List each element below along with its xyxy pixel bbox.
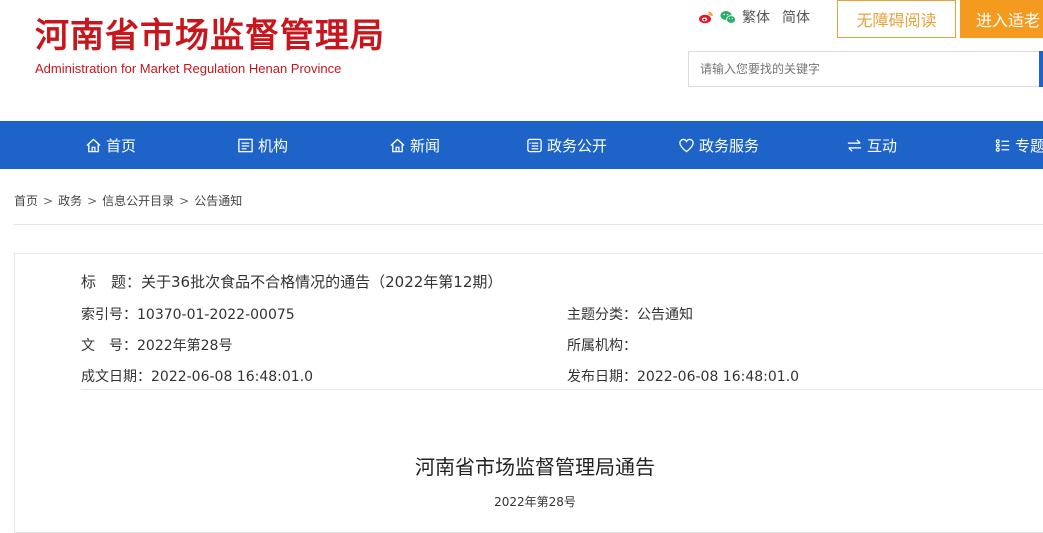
- nav-item-services[interactable]: 政务服务: [678, 121, 759, 169]
- nav-item-institution[interactable]: 机构: [237, 121, 288, 169]
- breadcrumb-government[interactable]: 政务: [58, 194, 82, 208]
- heart-icon: [679, 138, 694, 152]
- meta-docno: 文 号：2022年第28号: [81, 335, 232, 355]
- document-number: 2022年第28号: [494, 495, 576, 509]
- search-button[interactable]: [1039, 51, 1043, 87]
- article-panel: 标 题：关于36批次食品不合格情况的通告（2022年第12期） 索引号：1037…: [14, 253, 1043, 533]
- elder-mode-button[interactable]: 进入适老: [960, 0, 1043, 38]
- meta-created-value: 2022-06-08 16:48:01.0: [151, 369, 314, 385]
- open-affairs-icon: [527, 138, 542, 152]
- meta-topic-label: 主题分类：: [567, 307, 637, 323]
- meta-index: 索引号：10370-01-2022-00075: [81, 304, 295, 324]
- divider: [14, 224, 1043, 225]
- nav-item-open-affairs[interactable]: 政务公开: [526, 121, 607, 169]
- breadcrumb: 首页 > 政务 > 信息公开目录 > 公告通知: [14, 192, 242, 209]
- nav-item-news[interactable]: 新闻: [389, 121, 440, 169]
- traditional-chinese-link[interactable]: 繁体: [742, 7, 770, 27]
- exchange-icon: [847, 138, 862, 152]
- wechat-icon[interactable]: [720, 9, 736, 25]
- breadcrumb-separator: >: [87, 194, 98, 208]
- site-header: 河南省市场监督管理局 Administration for Market Reg…: [0, 0, 1043, 120]
- site-subtitle: Administration for Market Regulation Hen…: [35, 61, 342, 76]
- breadcrumb-info-catalog[interactable]: 信息公开目录: [102, 194, 174, 208]
- meta-docno-value: 2022年第28号: [137, 338, 233, 354]
- document-heading: 河南省市场监督管理局通告: [415, 455, 655, 479]
- home-icon: [86, 137, 101, 152]
- meta-published: 发布日期：2022-06-08 16:48:01.0: [567, 366, 799, 386]
- meta-topic-value: 公告通知: [637, 307, 693, 323]
- simplified-chinese-link[interactable]: 简体: [782, 7, 810, 27]
- nav-item-interaction[interactable]: 互动: [846, 121, 897, 169]
- top-links: 繁体 简体: [698, 6, 822, 28]
- meta-divider: [81, 389, 1043, 390]
- nav-label: 专题: [1015, 136, 1043, 155]
- breadcrumb-notices[interactable]: 公告通知: [194, 194, 242, 208]
- nav-label: 政务服务: [699, 136, 760, 155]
- nav-label: 互动: [867, 136, 898, 155]
- nav-label: 机构: [258, 136, 289, 155]
- meta-title-label: 标 题：: [81, 273, 142, 291]
- nav-label: 首页: [106, 136, 137, 155]
- meta-index-value: 10370-01-2022-00075: [137, 307, 295, 323]
- nav-label: 新闻: [410, 136, 441, 155]
- meta-org-label: 所属机构：: [567, 338, 637, 354]
- news-icon: [390, 137, 405, 152]
- nav-item-topics[interactable]: 专题: [994, 121, 1043, 169]
- breadcrumb-separator: >: [179, 194, 190, 208]
- accessibility-button[interactable]: 无障碍阅读: [837, 0, 956, 38]
- breadcrumb-separator: >: [43, 194, 54, 208]
- topics-icon: [995, 138, 1010, 152]
- search-input[interactable]: [688, 51, 1040, 87]
- meta-title-value: 关于36批次食品不合格情况的通告（2022年第12期）: [141, 273, 503, 291]
- breadcrumb-home[interactable]: 首页: [14, 194, 38, 208]
- nav-label: 政务公开: [547, 136, 608, 155]
- weibo-icon[interactable]: [698, 9, 714, 25]
- meta-docno-label: 文 号：: [81, 338, 137, 354]
- meta-published-value: 2022-06-08 16:48:01.0: [637, 369, 800, 385]
- meta-title: 标 题：关于36批次食品不合格情况的通告（2022年第12期）: [81, 271, 502, 292]
- meta-created: 成文日期：2022-06-08 16:48:01.0: [81, 366, 313, 386]
- main-nav: 首页 机构 新闻 政务公开 政务服务 互动 专题: [0, 121, 1043, 169]
- nav-item-home[interactable]: 首页: [85, 121, 136, 169]
- meta-index-label: 索引号：: [81, 307, 137, 323]
- institution-icon: [238, 138, 253, 152]
- meta-org: 所属机构：: [567, 335, 637, 355]
- meta-created-label: 成文日期：: [81, 369, 151, 385]
- site-title[interactable]: 河南省市场监督管理局: [35, 14, 385, 58]
- meta-topic: 主题分类：公告通知: [567, 304, 693, 324]
- meta-published-label: 发布日期：: [567, 369, 637, 385]
